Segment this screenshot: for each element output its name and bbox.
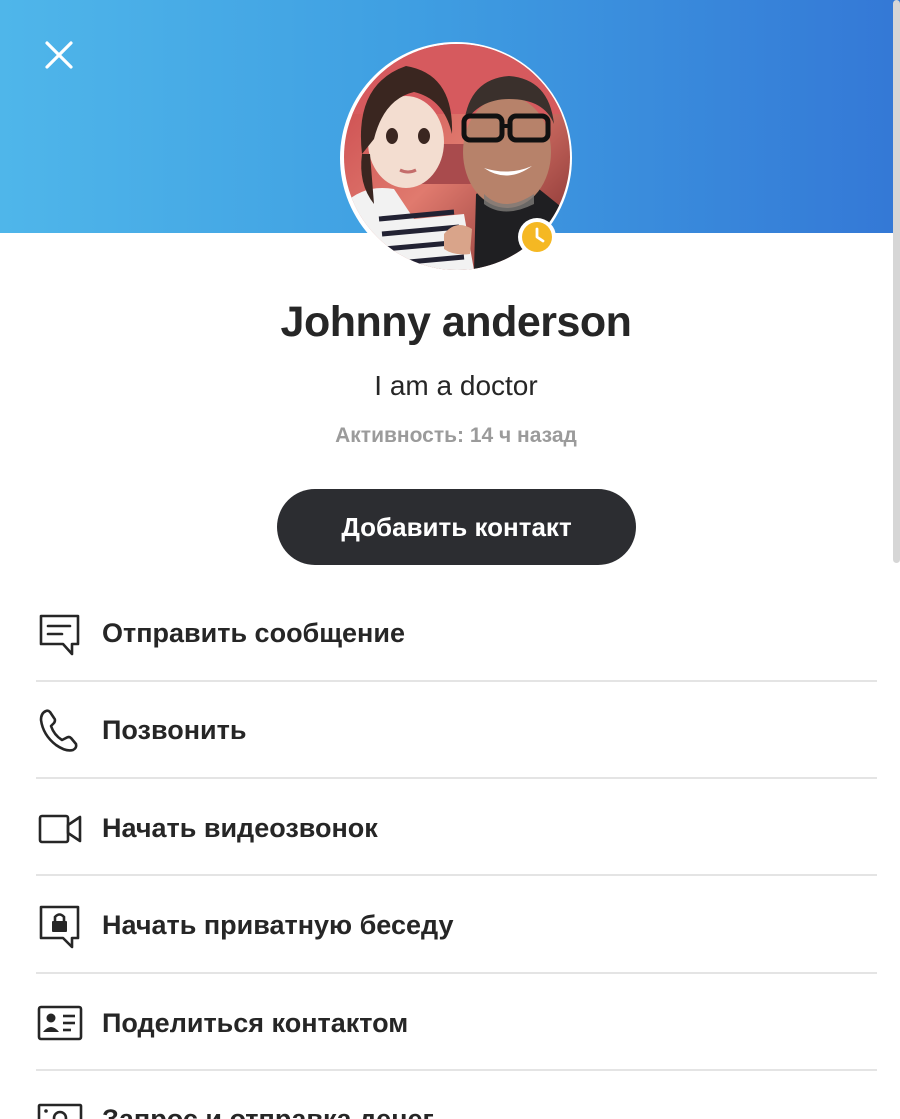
share-contact-item[interactable]: Поделиться контактом — [36, 974, 877, 1071]
call-item[interactable]: Позвонить — [36, 682, 877, 779]
send-message-item[interactable]: Отправить сообщение — [36, 585, 877, 682]
video-call-item[interactable]: Начать видеозвонок — [36, 779, 877, 876]
contact-card-icon — [37, 1005, 83, 1041]
send-money-label: Запрос и отправка денег — [102, 1104, 434, 1119]
message-icon — [39, 614, 80, 656]
phone-icon — [39, 709, 78, 752]
profile-mood: I am a doctor — [374, 370, 538, 401]
private-lock-icon — [39, 905, 80, 949]
call-label: Позвонить — [102, 715, 247, 745]
money-icon — [37, 1103, 83, 1119]
video-camera-icon — [38, 814, 82, 844]
video-call-label: Начать видеозвонок — [102, 813, 378, 843]
send-message-label: Отправить сообщение — [102, 618, 405, 648]
scrollbar[interactable] — [893, 0, 900, 563]
share-contact-label: Поделиться контактом — [102, 1008, 409, 1038]
menu-divider — [36, 874, 877, 876]
profile-panel: Johnny anderson I am a doctor Активность… — [0, 0, 900, 1119]
last-activity: Активность: 14 ч назад — [335, 424, 577, 447]
close-icon — [45, 41, 73, 69]
private-conversation-label: Начать приватную беседу — [102, 910, 454, 940]
status-badge — [518, 218, 556, 256]
close-button[interactable] — [34, 30, 84, 80]
clock-icon — [522, 222, 552, 252]
send-money-item[interactable]: Запрос и отправка денег — [36, 1071, 877, 1119]
private-conversation-item[interactable]: Начать приватную беседу — [36, 877, 877, 974]
add-contact-button[interactable]: Добавить контакт — [277, 489, 636, 565]
profile-name: Johnny anderson — [280, 298, 632, 346]
